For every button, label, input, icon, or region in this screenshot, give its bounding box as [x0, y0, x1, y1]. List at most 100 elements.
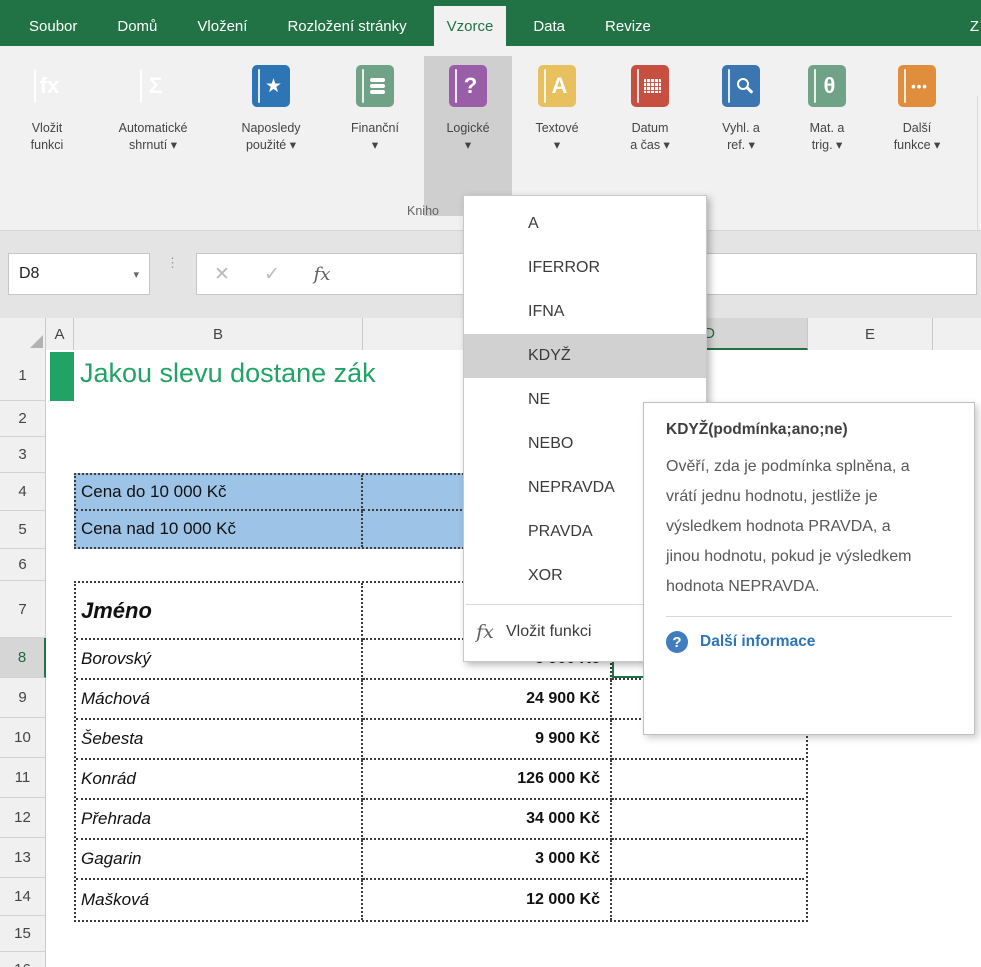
- fx-icon: fx: [464, 621, 506, 643]
- menu-item[interactable]: KDYŽ: [464, 334, 706, 378]
- cell-b7[interactable]: Jméno: [76, 583, 363, 640]
- column-header[interactable]: [933, 318, 981, 350]
- sheet-title-cell[interactable]: Jakou slevu dostane zák: [80, 358, 376, 389]
- more-info-link[interactable]: ? Další informace: [666, 631, 952, 653]
- function-book-icon: A: [538, 65, 576, 107]
- ribbon-tab[interactable]: Domů: [104, 6, 170, 46]
- row-header[interactable]: 16: [0, 952, 46, 967]
- row-header[interactable]: 7: [0, 581, 46, 638]
- ribbon-button[interactable]: ★ Naposledy použité ▾: [216, 56, 326, 216]
- ribbon-tab-bar: Soubor Domů Vložení Rozložení stránky Vz…: [0, 0, 981, 46]
- price-cell[interactable]: 24 900 Kč: [363, 680, 612, 720]
- function-book-icon: •••: [898, 65, 936, 107]
- row-header[interactable]: 4: [0, 473, 46, 511]
- cell-b5[interactable]: Cena nad 10 000 Kč: [76, 511, 363, 547]
- ribbon-tab[interactable]: Z: [957, 6, 981, 46]
- table-row: Mašková 12 000 Kč: [76, 880, 806, 920]
- tooltip-description: Ověří, zda je podmínka splněna, a vrátí …: [666, 452, 918, 602]
- row-header[interactable]: 14: [0, 878, 46, 916]
- drag-handle-icon[interactable]: ⋮: [166, 257, 178, 268]
- function-tooltip: KDYŽ(podmínka;ano;ne) Ověří, zda je podm…: [643, 402, 975, 735]
- column-header[interactable]: B: [74, 318, 363, 350]
- table-row: Gagarin 3 000 Kč: [76, 840, 806, 880]
- ribbon-tab[interactable]: Soubor: [16, 6, 90, 46]
- name-box[interactable]: D8 ▾: [8, 253, 150, 295]
- name-cell[interactable]: Máchová: [76, 680, 363, 720]
- select-all-corner[interactable]: [0, 318, 46, 350]
- row-header[interactable]: 3: [0, 437, 46, 473]
- row-header[interactable]: 5: [0, 511, 46, 549]
- ribbon-tab-label: Z: [970, 18, 979, 35]
- ribbon-button[interactable]: ? Logické ▾: [424, 56, 512, 216]
- menu-item[interactable]: IFNA: [464, 290, 706, 334]
- ribbon-tab[interactable]: Data: [520, 6, 578, 46]
- ribbon-button[interactable]: θ Mat. a trig. ▾: [784, 56, 870, 216]
- function-book-icon: ?: [449, 65, 487, 107]
- function-book-icon: fx: [28, 65, 66, 107]
- name-cell[interactable]: Mašková: [76, 880, 363, 920]
- discount-cell[interactable]: [612, 840, 804, 880]
- ribbon-tab-label: Vložení: [197, 18, 247, 35]
- ribbon-tab-label: Soubor: [29, 18, 77, 35]
- column-header[interactable]: E: [808, 318, 933, 350]
- discount-cell[interactable]: [612, 800, 804, 840]
- cancel-icon[interactable]: ✕: [197, 263, 247, 286]
- ribbon-tab-label: Rozložení stránky: [287, 18, 406, 35]
- row-header[interactable]: 10: [0, 718, 46, 758]
- cell-b4[interactable]: Cena do 10 000 Kč: [76, 475, 363, 511]
- ribbon-tab-label: Data: [533, 18, 565, 35]
- row-header[interactable]: 1: [0, 350, 46, 401]
- group-separator: [977, 96, 978, 246]
- row-header[interactable]: 11: [0, 758, 46, 798]
- ribbon-button[interactable]: fx Vložit funkci: [4, 56, 90, 216]
- tooltip-divider: [666, 616, 952, 617]
- ribbon-tab[interactable]: Vzorce: [434, 6, 507, 46]
- price-cell[interactable]: 34 000 Kč: [363, 800, 612, 840]
- ribbon-button[interactable]: Vyhl. a ref. ▾: [698, 56, 784, 216]
- ribbon-tab[interactable]: Vložení: [184, 6, 260, 46]
- ribbon-button[interactable]: Finanční ▾: [326, 56, 424, 216]
- menu-item[interactable]: A: [464, 202, 706, 246]
- row-header[interactable]: 2: [0, 401, 46, 437]
- tooltip-title: KDYŽ(podmínka;ano;ne): [666, 421, 952, 439]
- row-header[interactable]: 13: [0, 838, 46, 878]
- column-header[interactable]: A: [46, 318, 74, 350]
- name-cell[interactable]: Přehrada: [76, 800, 363, 840]
- ribbon-button[interactable]: ••• Další funkce ▾: [870, 56, 964, 216]
- insert-function-icon[interactable]: fx: [297, 264, 347, 285]
- function-book-icon: θ: [808, 65, 846, 107]
- ribbon-tab-label: Domů: [117, 18, 157, 35]
- price-cell[interactable]: 12 000 Kč: [363, 880, 612, 920]
- ribbon-tab[interactable]: Rozložení stránky: [274, 6, 419, 46]
- ribbon-button[interactable]: Datum a čas ▾: [602, 56, 698, 216]
- chevron-down-icon[interactable]: ▾: [133, 268, 139, 281]
- price-cell[interactable]: 126 000 Kč: [363, 760, 612, 800]
- name-cell[interactable]: Borovský: [76, 640, 363, 680]
- table-row: Přehrada 34 000 Kč: [76, 800, 806, 840]
- row-header[interactable]: 15: [0, 916, 46, 952]
- ribbon-group-label: Kniho: [407, 204, 439, 218]
- ribbon-button[interactable]: Σ Automatické shrnutí ▾: [90, 56, 216, 216]
- ribbon-tab[interactable]: Revize: [592, 6, 664, 46]
- price-cell[interactable]: 3 000 Kč: [363, 840, 612, 880]
- row-header[interactable]: 12: [0, 798, 46, 838]
- cell-reference: D8: [19, 265, 39, 283]
- function-book-icon: ★: [252, 65, 290, 107]
- row-header[interactable]: 6: [0, 549, 46, 581]
- price-cell[interactable]: 9 900 Kč: [363, 720, 612, 760]
- ribbon-button[interactable]: A Textové ▾: [512, 56, 602, 216]
- cell-a1-green-fill[interactable]: [50, 352, 74, 401]
- row-header[interactable]: 9: [0, 678, 46, 718]
- row-header[interactable]: 8: [0, 638, 46, 678]
- name-cell[interactable]: Gagarin: [76, 840, 363, 880]
- menu-item[interactable]: IFERROR: [464, 246, 706, 290]
- function-book-icon: [722, 65, 760, 107]
- discount-cell[interactable]: [612, 760, 804, 800]
- table-row: Konrád 126 000 Kč: [76, 760, 806, 800]
- discount-cell[interactable]: [612, 880, 804, 920]
- row-headers: 1 2 3 4 5 6 7 8 9 10: [0, 350, 46, 967]
- enter-icon[interactable]: ✓: [247, 263, 297, 286]
- ribbon-tab-label: Vzorce: [447, 18, 494, 35]
- name-cell[interactable]: Konrád: [76, 760, 363, 800]
- name-cell[interactable]: Šebesta: [76, 720, 363, 760]
